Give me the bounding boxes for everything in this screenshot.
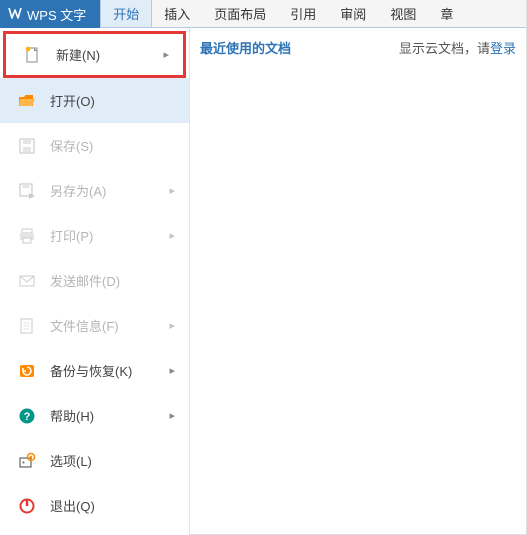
cloud-prefix: 显示云文档，请 [399,41,490,56]
tab-label: 审阅 [340,4,366,23]
menu-open-label: 打开(O) [50,91,95,110]
saveas-icon [18,182,36,200]
save-icon [18,137,36,155]
content-area: 最近使用的文档 显示云文档，请登录 [190,28,526,535]
menu-print-label: 打印(P) [50,226,93,245]
backup-icon [18,362,36,380]
tab-layout[interactable]: 页面布局 [202,0,278,27]
new-file-icon [24,46,42,64]
menu-info-label: 文件信息(F) [50,316,119,335]
chevron-right-icon: ▸ [163,48,169,61]
app-name: WPS 文字 [27,5,86,24]
tab-start[interactable]: 开始 [100,0,152,27]
app-logo-icon [8,6,22,23]
menu-send[interactable]: 发送邮件(D) [0,258,189,303]
menu-options-label: 选项(L) [50,451,92,470]
menu-open[interactable]: 打开(O) [0,78,189,123]
menu-new-label: 新建(N) [56,45,100,64]
help-icon: ? [18,407,36,425]
tab-insert[interactable]: 插入 [152,0,202,27]
file-info-icon [18,317,36,335]
tab-label: 插入 [164,4,190,23]
tab-label: 开始 [113,4,139,23]
open-folder-icon [18,92,36,110]
menu-help[interactable]: ? 帮助(H) ▸ [0,393,189,438]
tab-reference[interactable]: 引用 [278,0,328,27]
tab-label: 引用 [290,4,316,23]
app-brand[interactable]: WPS 文字 [0,0,100,28]
tab-label: 章 [440,4,453,23]
menu-help-label: 帮助(H) [50,406,94,425]
chevron-right-icon: ▸ [169,319,175,332]
tab-label: 视图 [390,4,416,23]
menu-print[interactable]: 打印(P) ▸ [0,213,189,258]
titlebar: WPS 文字 开始 插入 页面布局 引用 审阅 视图 章 [0,0,526,28]
menu-save-label: 保存(S) [50,136,93,155]
menu-new[interactable]: 新建(N) ▸ [3,31,186,78]
options-icon [18,452,36,470]
tab-review[interactable]: 审阅 [328,0,378,27]
menu-save[interactable]: 保存(S) [0,123,189,168]
menu-backup[interactable]: 备份与恢复(K) ▸ [0,348,189,393]
chevron-right-icon: ▸ [169,184,175,197]
tab-view[interactable]: 视图 [378,0,428,27]
chevron-right-icon: ▸ [169,229,175,242]
mail-icon [18,272,36,290]
tab-label: 页面布局 [214,4,266,23]
cloud-docs-text: 显示云文档，请登录 [399,38,516,535]
chevron-right-icon: ▸ [169,409,175,422]
menu-exit-label: 退出(Q) [50,496,95,515]
print-icon [18,227,36,245]
exit-icon [18,497,36,515]
ribbon-tabs: 开始 插入 页面布局 引用 审阅 视图 章 [100,0,465,27]
menu-send-label: 发送邮件(D) [50,271,120,290]
svg-text:?: ? [24,411,31,423]
menu-info[interactable]: 文件信息(F) ▸ [0,303,189,348]
chevron-right-icon: ▸ [169,364,175,377]
menu-backup-label: 备份与恢复(K) [50,361,132,380]
menu-saveas-label: 另存为(A) [50,181,106,200]
tab-chapter[interactable]: 章 [428,0,465,27]
login-link[interactable]: 登录 [490,41,516,56]
main: 新建(N) ▸ 打开(O) 保存(S) 另存为(A) ▸ [0,28,526,535]
menu-saveas[interactable]: 另存为(A) ▸ [0,168,189,213]
recent-docs-title: 最近使用的文档 [200,38,291,535]
menu-exit[interactable]: 退出(Q) [0,483,189,528]
menu-options[interactable]: 选项(L) [0,438,189,483]
file-menu-sidebar: 新建(N) ▸ 打开(O) 保存(S) 另存为(A) ▸ [0,28,190,535]
